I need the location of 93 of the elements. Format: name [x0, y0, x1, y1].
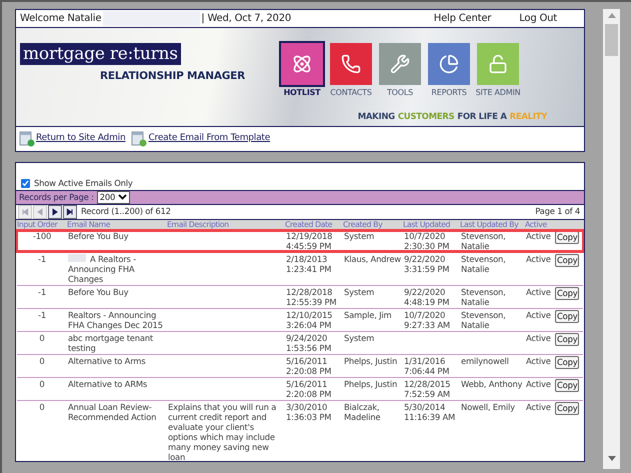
- table-cell-text: 5/16/2011 2:20:08 PM: [285, 378, 332, 399]
- record-count: Record (1..200) of 612: [81, 205, 171, 218]
- table-cell-text: -1: [37, 254, 47, 266]
- copy-button[interactable]: Copy: [555, 254, 580, 267]
- pie-icon: [439, 54, 459, 74]
- table-cell-text: 12/28/2015 7:52:59 AM: [403, 378, 452, 399]
- table-cell-text: -1: [37, 310, 47, 322]
- table-cell-text: 0: [38, 332, 46, 345]
- table-cell-text: emilynowell: [460, 356, 510, 368]
- table-cell-text: A Realtors - Announcing FHA Changes: [67, 254, 137, 284]
- table-cell-text: Before You Buy: [67, 230, 130, 243]
- table-cell-text: Active: [525, 230, 552, 243]
- table-cell-text: 9/24/2020 1:53:56 PM: [285, 332, 332, 353]
- date-text: | Wed, Oct 7, 2020: [201, 12, 292, 26]
- table-cell-text: 10/7/2020 9:27:33 AM: [403, 310, 451, 330]
- table-cell-text: 2/18/2013 1:23:41 PM: [285, 254, 332, 276]
- check-icon: [22, 180, 29, 187]
- table-cell-text: 10/7/2020 2:30:30 PM: [403, 230, 450, 251]
- table-cell-text: Webb, Anthony: [460, 378, 524, 391]
- records-select[interactable]: 200: [96, 190, 130, 204]
- prev-arrow-icon: [36, 208, 44, 216]
- page-add-icon: [19, 131, 35, 147]
- welcome-text: Welcome Natalie: [20, 12, 102, 26]
- table-cell-text: System: [343, 286, 376, 299]
- last-arrow-icon: [66, 208, 74, 216]
- copy-button[interactable]: Copy: [555, 332, 580, 346]
- scroll-down-icon[interactable]: [608, 456, 616, 461]
- table-cell-text: 1/31/2016 7:06:44 PM: [403, 356, 450, 376]
- copy-button[interactable]: Copy: [555, 378, 580, 392]
- phone-icon: [341, 54, 361, 74]
- table-cell-text: Active: [525, 356, 552, 368]
- table-cell-text: Alternative to Arms: [67, 356, 146, 368]
- table-cell-text: 0: [38, 356, 46, 368]
- table-cell-text: 0: [38, 402, 46, 414]
- scrollbar-thumb[interactable]: [605, 24, 618, 56]
- next-page-button[interactable]: [48, 204, 62, 219]
- next-arrow-icon: [51, 208, 59, 216]
- copy-button[interactable]: Copy: [555, 402, 580, 415]
- tools-icon: [390, 54, 410, 74]
- page-count: Page 1 of 4: [535, 205, 580, 218]
- table-cell-text: Active: [525, 402, 552, 414]
- table-cell-text: Bialczak, Madeline: [343, 402, 382, 424]
- table-cell-text: Active: [525, 286, 552, 299]
- table-cell-text: Active: [525, 254, 552, 266]
- table-cell-text: Nowell, Emily: [460, 402, 516, 414]
- table-cell-text: 3/30/2010 1:36:03 PM: [285, 402, 332, 424]
- action-link[interactable]: Create Email From Template: [148, 132, 270, 146]
- active-filter-checkbox[interactable]: Show Active Emails Only: [16, 177, 584, 190]
- table-cell-text: abc mortgage tenant testing: [67, 332, 154, 353]
- table-cell-text: Active: [525, 378, 552, 391]
- table-cell-text: Stevenson, Natalie: [460, 310, 507, 330]
- table-cell-text: Phelps, Justin: [343, 356, 398, 368]
- table-cell-text: Alternative to ARMs: [67, 378, 148, 391]
- table-cell-text: System: [343, 332, 376, 345]
- table-cell-text: Active: [525, 310, 552, 322]
- table-cell-text: System: [343, 230, 376, 243]
- table-cell-text: Annual Loan Review-Recommended Action: [67, 402, 158, 424]
- copy-button[interactable]: Copy: [555, 310, 580, 323]
- table-cell-text: Realtors - Announcing FHA Changes Dec 2015: [67, 310, 164, 330]
- table-cell-text: Active: [525, 332, 552, 345]
- table-cell-text: Stevenson, Natalie: [460, 286, 507, 307]
- table-cell-text: 12/19/2018 4:45:59 PM: [285, 230, 334, 251]
- table-cell-text: Stevenson, Natalie: [460, 254, 507, 276]
- table-cell-text: -1: [37, 286, 47, 299]
- table-cell-text: Before You Buy: [67, 286, 130, 299]
- header-link[interactable]: Help Center: [434, 11, 492, 26]
- table-cell-text: -100: [32, 230, 52, 243]
- table-cell-text: 5/30/2014 11:16:39 AM: [403, 402, 456, 424]
- tagline: MAKING CUSTOMERS FOR LIFE A REALITY: [358, 111, 547, 124]
- last-page-button[interactable]: [63, 204, 77, 219]
- table-cell-text: 12/28/2018 12:55:39 PM: [285, 286, 338, 307]
- logo: mortgage re:turns: [20, 43, 181, 65]
- header-link[interactable]: Log Out: [519, 11, 557, 26]
- table-cell-text: 5/16/2011 2:20:08 PM: [285, 356, 332, 376]
- table-cell-text: 12/10/2015 3:26:04 PM: [285, 310, 334, 330]
- table-cell-text: 9/22/2020 3:31:59 PM: [403, 254, 450, 276]
- table-cell-text: 0: [38, 378, 46, 391]
- table-cell-text: Sample, Jim: [343, 310, 392, 322]
- atom-icon: [292, 54, 312, 74]
- page-add-icon: [131, 131, 148, 147]
- lock-icon: [488, 54, 508, 74]
- copy-button[interactable]: Copy: [555, 286, 580, 300]
- table-cell-text: Klaus, Andrew: [343, 254, 402, 266]
- copy-button[interactable]: Copy: [555, 356, 580, 369]
- chevron-down-icon: [118, 194, 128, 200]
- table-cell-text: 9/22/2020 4:48:19 PM: [403, 286, 450, 307]
- table-cell-text: Phelps, Justin: [343, 378, 398, 391]
- records-label: Records per Page :: [19, 190, 94, 204]
- table-cell-text: Explains that you will run a current credit report and evaluate your client's options which may include many money saving new loan: [167, 402, 278, 461]
- action-link[interactable]: Return to Site Admin: [36, 132, 126, 146]
- first-arrow-icon: [21, 208, 29, 216]
- table-cell-text: Stevenson, Natalie: [460, 230, 507, 251]
- logo-subtitle: RELATIONSHIP MANAGER: [100, 69, 246, 84]
